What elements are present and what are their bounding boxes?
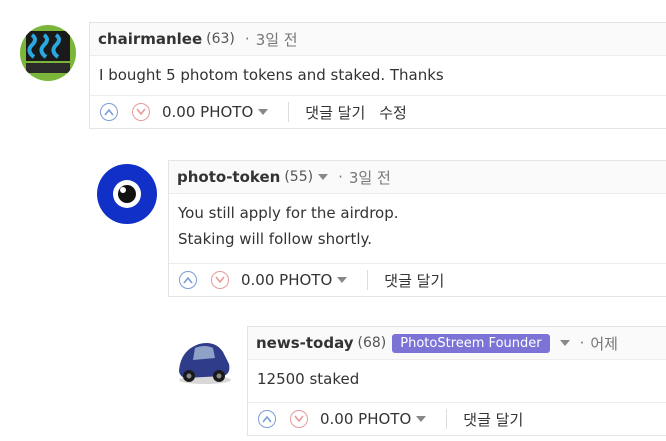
founder-badge: PhotoStreem Founder (392, 333, 550, 353)
divider (446, 409, 448, 429)
upvote-icon[interactable] (100, 103, 118, 121)
comment-body: 12500 staked (248, 360, 666, 392)
avatar-photo-token[interactable] (97, 164, 157, 224)
avatar-news-today[interactable] (175, 330, 235, 390)
comment-card: chairmanlee (63) · 3일 전 I bought 5 photo… (89, 22, 666, 129)
payout-value[interactable]: 0.00 PHOTO (241, 271, 332, 289)
upvote-icon[interactable] (258, 410, 276, 428)
timestamp[interactable]: 3일 전 (349, 167, 391, 188)
author-name[interactable]: news-today (256, 334, 354, 352)
chevron-down-icon[interactable] (559, 340, 570, 346)
chevron-down-icon[interactable] (337, 277, 348, 283)
edit-button[interactable]: 수정 (379, 102, 407, 123)
reputation: (68) (357, 335, 387, 351)
comment-footer: 0.00 PHOTO 댓글 달기 (248, 402, 666, 435)
timestamp[interactable]: 어제 (590, 333, 618, 354)
separator-dot: · (579, 334, 585, 352)
comment-header: chairmanlee (63) · 3일 전 (90, 23, 666, 56)
chevron-down-icon[interactable] (318, 174, 329, 180)
downvote-icon[interactable] (290, 410, 308, 428)
avatar-chairmanlee[interactable] (20, 25, 76, 81)
reply-button[interactable]: 댓글 달기 (305, 102, 365, 123)
comment-footer: 0.00 PHOTO 댓글 달기 (169, 263, 666, 296)
comment-card: photo-token (55) · 3일 전 You still apply … (168, 160, 666, 297)
comment-footer: 0.00 PHOTO 댓글 달기 수정 (90, 95, 666, 128)
author-name[interactable]: photo-token (177, 168, 280, 186)
comment-line: I bought 5 photom tokens and staked. Tha… (99, 66, 444, 84)
author-name[interactable]: chairmanlee (98, 30, 202, 48)
upvote-icon[interactable] (179, 271, 197, 289)
separator-dot: · (244, 30, 250, 48)
divider (288, 102, 290, 122)
payout-value[interactable]: 0.00 PHOTO (162, 103, 253, 121)
chevron-down-icon[interactable] (258, 109, 269, 115)
reply-button[interactable]: 댓글 달기 (463, 409, 523, 430)
comment-body: I bought 5 photom tokens and staked. Tha… (90, 56, 666, 88)
divider (367, 270, 369, 290)
chevron-down-icon[interactable] (416, 416, 427, 422)
comment-header: news-today (68) PhotoStreem Founder · 어제 (248, 327, 666, 360)
reputation: (63) (206, 31, 235, 47)
downvote-icon[interactable] (132, 103, 150, 121)
comment-line: You still apply for the airdrop. (178, 204, 399, 222)
reply-button[interactable]: 댓글 달기 (384, 270, 444, 291)
comment-body: You still apply for the airdrop. Staking… (169, 194, 666, 252)
timestamp[interactable]: 3일 전 (256, 29, 298, 50)
reputation: (55) (284, 169, 314, 185)
comment-line: Staking will follow shortly. (178, 230, 373, 248)
separator-dot: · (338, 168, 343, 186)
comment-line: 12500 staked (257, 370, 360, 388)
comment-card: news-today (68) PhotoStreem Founder · 어제… (247, 326, 666, 436)
comment-header: photo-token (55) · 3일 전 (169, 161, 666, 194)
downvote-icon[interactable] (211, 271, 229, 289)
payout-value[interactable]: 0.00 PHOTO (320, 410, 411, 428)
